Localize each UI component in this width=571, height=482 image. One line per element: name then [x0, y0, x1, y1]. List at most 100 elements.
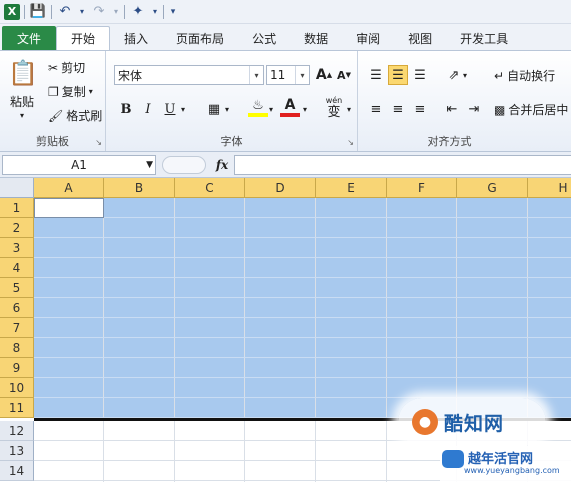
- grid-line: [34, 317, 571, 318]
- paste-dropdown-icon[interactable]: ▾: [20, 111, 24, 120]
- column-header[interactable]: F: [387, 178, 457, 198]
- borders-icon[interactable]: ▦: [204, 99, 224, 119]
- format-painter-button[interactable]: 🖌 格式刷: [48, 107, 102, 124]
- font-size-value: 11: [270, 68, 286, 82]
- tab-file[interactable]: 文件: [2, 26, 57, 50]
- chevron-down-icon[interactable]: ▼: [146, 156, 153, 174]
- increase-indent-icon[interactable]: ⇥: [464, 99, 484, 119]
- chevron-down-icon[interactable]: ▾: [266, 99, 276, 119]
- cut-label: 剪切: [61, 61, 86, 75]
- undo-icon[interactable]: ↶: [56, 3, 74, 21]
- column-header[interactable]: A: [34, 178, 104, 198]
- column-header[interactable]: H: [528, 178, 571, 198]
- select-all-corner[interactable]: [0, 178, 34, 198]
- customize-qat-icon[interactable]: ▾: [168, 3, 178, 21]
- ribbon-tabs: 文件 开始 插入 页面布局 公式 数据 审阅 视图 开发工具: [0, 24, 571, 50]
- align-top-icon[interactable]: ☰: [366, 65, 386, 85]
- tab-formulas[interactable]: 公式: [238, 26, 290, 50]
- excel-app-icon[interactable]: X: [4, 3, 20, 20]
- font-color-button[interactable]: A: [280, 97, 300, 117]
- tab-view[interactable]: 视图: [394, 26, 446, 50]
- chevron-down-icon[interactable]: ▾: [300, 99, 310, 119]
- column-header[interactable]: E: [316, 178, 387, 198]
- phonetic-guide-button[interactable]: wén 变: [322, 93, 346, 123]
- tab-insert[interactable]: 插入: [110, 26, 162, 50]
- row-header[interactable]: 6: [0, 298, 34, 318]
- dialog-launcher-icon[interactable]: ↘: [347, 138, 354, 147]
- row-header[interactable]: 7: [0, 318, 34, 338]
- font-size-combo[interactable]: 11 ▾: [266, 65, 310, 85]
- column-header[interactable]: D: [245, 178, 316, 198]
- insert-function-button[interactable]: fx: [210, 155, 234, 175]
- row-header[interactable]: 4: [0, 258, 34, 278]
- save-icon[interactable]: 💾: [29, 3, 47, 21]
- font-group: 宋体 ▾ 11 ▾ A ▲ A ▼ B I U ▾ ▦ ▾ ♨ ▾ A ▾ wén …: [106, 51, 358, 151]
- wrap-text-label: 自动换行: [507, 69, 556, 83]
- formula-bar-toggle[interactable]: [162, 156, 206, 174]
- column-header[interactable]: B: [104, 178, 175, 198]
- copy-label: 复制: [61, 85, 86, 99]
- align-center-icon[interactable]: ≡: [388, 99, 408, 119]
- cut-button[interactable]: ✂ 剪切: [48, 59, 85, 76]
- grid-line: [34, 217, 571, 218]
- row-header[interactable]: 10: [0, 378, 34, 398]
- row-header[interactable]: 1: [0, 198, 34, 218]
- italic-button[interactable]: I: [138, 99, 158, 119]
- formula-bar: A1 ▼ fx: [0, 152, 571, 178]
- row-header[interactable]: 13: [0, 441, 34, 461]
- row-header[interactable]: 2: [0, 218, 34, 238]
- tab-page-layout[interactable]: 页面布局: [162, 26, 238, 50]
- chevron-down-icon[interactable]: ▾: [178, 99, 188, 119]
- tab-developer[interactable]: 开发工具: [446, 26, 522, 50]
- align-left-icon[interactable]: ≡: [366, 99, 386, 119]
- grow-font-icon: A: [315, 67, 327, 83]
- underline-button[interactable]: U: [160, 99, 180, 119]
- row-header[interactable]: 11: [0, 398, 34, 418]
- font-color-icon: A: [284, 97, 296, 113]
- chevron-down-icon[interactable]: ▾: [249, 66, 263, 84]
- merge-center-button[interactable]: ▩ 合并后居中: [494, 101, 568, 118]
- align-middle-icon[interactable]: ☰: [388, 65, 408, 85]
- font-name-combo[interactable]: 宋体 ▾: [114, 65, 264, 85]
- name-box[interactable]: A1 ▼: [2, 155, 156, 175]
- column-header[interactable]: C: [175, 178, 245, 198]
- paste-button[interactable]: 粘贴: [10, 93, 34, 110]
- chevron-down-icon[interactable]: ▾: [295, 66, 309, 84]
- dialog-launcher-icon[interactable]: ↘: [95, 138, 102, 147]
- tools-icon[interactable]: ✦: [129, 3, 147, 21]
- watermark-logo-icon: ●: [412, 409, 438, 435]
- active-cell-a1[interactable]: [34, 198, 104, 218]
- row-header[interactable]: 14: [0, 461, 34, 481]
- chevron-down-icon[interactable]: ▾: [460, 65, 470, 85]
- tab-review[interactable]: 审阅: [342, 26, 394, 50]
- chevron-down-icon[interactable]: ▾: [222, 99, 232, 119]
- qat-separator: [51, 4, 52, 19]
- fill-color-icon[interactable]: ♨: [248, 97, 268, 117]
- row-header[interactable]: 12: [0, 421, 34, 441]
- site-watermark: 越年活官网 www.yueyangbang.com: [440, 446, 571, 482]
- bold-button[interactable]: B: [116, 99, 136, 119]
- row-header[interactable]: 3: [0, 238, 34, 258]
- align-right-icon[interactable]: ≡: [410, 99, 430, 119]
- row-header[interactable]: 8: [0, 338, 34, 358]
- watermark-logo-text: 酷知网: [444, 412, 505, 435]
- row-header[interactable]: 5: [0, 278, 34, 298]
- row-header[interactable]: 9: [0, 358, 34, 378]
- align-bottom-icon[interactable]: ☰: [410, 65, 430, 85]
- chevron-down-icon[interactable]: ▾: [112, 3, 120, 21]
- shrink-font-button[interactable]: A ▼: [334, 65, 354, 85]
- redo-icon[interactable]: ↷: [90, 3, 108, 21]
- tab-data[interactable]: 数据: [290, 26, 342, 50]
- tab-home[interactable]: 开始: [56, 26, 111, 50]
- chevron-down-icon[interactable]: ▾: [151, 3, 159, 21]
- formula-input[interactable]: [234, 155, 571, 175]
- chevron-down-icon[interactable]: ▾: [344, 99, 354, 119]
- decrease-indent-icon[interactable]: ⇤: [442, 99, 462, 119]
- ribbon: 📋 粘贴 ▾ ✂ 剪切 ❐ 复制 ▾ 🖌 格式刷 剪贴板 ↘ 宋体 ▾ 11 ▾…: [0, 50, 571, 152]
- copy-button[interactable]: ❐ 复制 ▾: [48, 83, 93, 100]
- paste-icon[interactable]: 📋: [8, 57, 38, 89]
- wrap-text-button[interactable]: ↵ 自动换行: [494, 67, 555, 84]
- grow-font-button[interactable]: A ▲: [314, 65, 334, 85]
- chevron-down-icon[interactable]: ▾: [78, 3, 86, 21]
- column-header[interactable]: G: [457, 178, 528, 198]
